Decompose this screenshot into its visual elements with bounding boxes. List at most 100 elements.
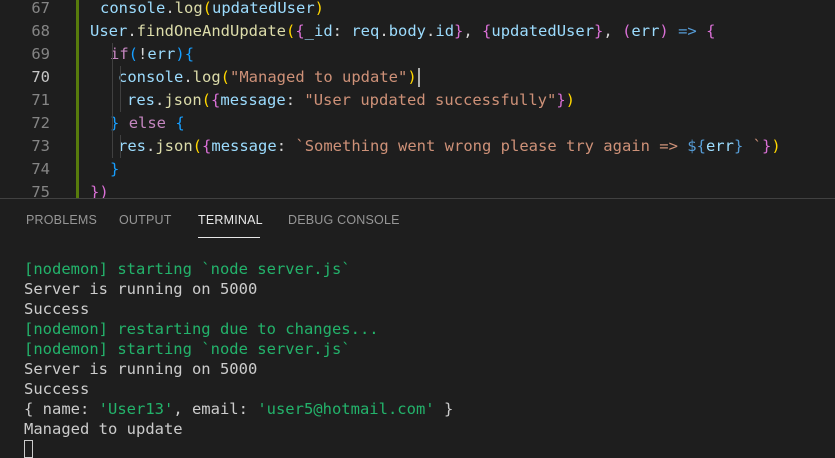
terminal-cursor bbox=[24, 440, 33, 458]
code-token: : bbox=[285, 91, 305, 109]
tab-debug-console[interactable]: DEBUG CONSOLE bbox=[288, 213, 400, 227]
code-token: message bbox=[220, 91, 286, 109]
code-token: } bbox=[556, 91, 566, 109]
code-text: console.log("Managed to update") bbox=[118, 66, 420, 89]
line-number: 67 bbox=[31, 0, 50, 17]
terminal-line: { name: 'User13', email: 'user5@hotmail.… bbox=[24, 399, 824, 419]
code-token: ( bbox=[202, 0, 213, 17]
tab-terminal[interactable]: TERMINAL bbox=[198, 213, 263, 227]
code-token: ${ bbox=[687, 137, 706, 155]
code-text: if(!err){ bbox=[110, 43, 194, 66]
code-token: . bbox=[426, 22, 436, 40]
line-number: 74 bbox=[31, 160, 50, 178]
code-line[interactable]: 67 console.log(updatedUser) bbox=[0, 0, 835, 20]
terminal-text: { name: bbox=[24, 400, 99, 418]
code-token: _id bbox=[304, 22, 333, 40]
code-token: { bbox=[202, 137, 212, 155]
code-token: ) bbox=[407, 68, 417, 86]
code-token: . bbox=[155, 91, 165, 109]
code-token: ) bbox=[314, 0, 325, 17]
text-cursor bbox=[417, 68, 420, 87]
code-line[interactable]: 72 } else { bbox=[0, 112, 835, 135]
code-token: updatedUser bbox=[491, 22, 595, 40]
code-line[interactable]: 74} bbox=[0, 158, 835, 181]
terminal-text: } bbox=[434, 400, 454, 418]
code-token: { bbox=[184, 45, 195, 63]
code-token: } bbox=[454, 22, 464, 40]
code-token: id bbox=[435, 22, 455, 40]
code-token: . bbox=[379, 22, 389, 40]
code-token: ) bbox=[565, 91, 576, 109]
code-token: json bbox=[155, 137, 193, 155]
terminal-line: [nodemon] starting `node server.js` bbox=[24, 260, 351, 278]
code-text: }) bbox=[90, 181, 109, 198]
tab-output[interactable]: OUTPUT bbox=[119, 213, 172, 227]
code-token: ) bbox=[175, 45, 185, 63]
code-token: ) bbox=[659, 22, 669, 40]
code-token: , bbox=[463, 22, 483, 40]
terminal-text: 'User13' bbox=[98, 400, 174, 418]
code-token: "User updated successfully" bbox=[304, 91, 557, 109]
code-token: json bbox=[164, 91, 202, 109]
code-token: findOneAndUpdate bbox=[136, 22, 286, 40]
code-token: { bbox=[706, 22, 716, 40]
code-token: } bbox=[110, 160, 120, 178]
code-token: ( bbox=[128, 45, 139, 63]
code-token: console bbox=[118, 68, 184, 86]
code-token: ( bbox=[220, 68, 231, 86]
code-text: } else { bbox=[110, 112, 185, 135]
code-token: ( bbox=[192, 137, 203, 155]
code-token: . bbox=[146, 137, 156, 155]
code-token: => bbox=[678, 22, 697, 40]
code-token: : bbox=[332, 22, 352, 40]
code-text: res.json({message: "User updated success… bbox=[127, 89, 575, 112]
code-token: res bbox=[118, 137, 146, 155]
active-tab-indicator bbox=[198, 237, 260, 238]
indent-guide bbox=[120, 135, 121, 158]
code-token: . bbox=[127, 22, 137, 40]
code-token: { bbox=[482, 22, 492, 40]
terminal-text: 'user5@hotmail.com' bbox=[257, 400, 435, 418]
code-line[interactable]: 71 res.json({message: "User updated succe… bbox=[0, 89, 835, 112]
code-token: message bbox=[211, 137, 277, 155]
line-number: 71 bbox=[31, 91, 50, 109]
code-token: ( bbox=[622, 22, 632, 40]
terminal-line: Server is running on 5000 bbox=[24, 360, 258, 378]
code-line[interactable]: 70 console.log("Managed to update") bbox=[0, 66, 835, 89]
indent-guide bbox=[120, 66, 121, 89]
line-number: 75 bbox=[31, 183, 50, 198]
code-token: : bbox=[276, 137, 296, 155]
code-text: res.json({message: `Something went wrong… bbox=[118, 135, 781, 158]
code-line[interactable]: 69 if(!err){ bbox=[0, 43, 835, 66]
bottom-panel: PROBLEMS OUTPUT TERMINAL DEBUG CONSOLE [nod… bbox=[0, 198, 835, 458]
indent-guide bbox=[112, 43, 113, 158]
code-token: }) bbox=[90, 183, 109, 198]
terminal-text: , email: bbox=[173, 400, 258, 418]
code-token: { bbox=[295, 22, 305, 40]
code-line[interactable]: 68 User.findOneAndUpdate({_id: req.body.i… bbox=[0, 20, 835, 43]
code-token: ( bbox=[285, 22, 296, 40]
code-editor[interactable]: 67 console.log(updatedUser) 68 User.findOne… bbox=[0, 0, 835, 198]
code-token: . bbox=[183, 68, 193, 86]
code-token: User bbox=[90, 22, 128, 40]
line-number: 72 bbox=[31, 114, 50, 132]
code-token: } bbox=[761, 137, 772, 155]
code-token: `Something went wrong please try again =… bbox=[295, 137, 688, 155]
line-number: 69 bbox=[31, 45, 50, 63]
code-line[interactable]: 73 res.json({message: `Something went wro… bbox=[0, 135, 835, 158]
terminal-line: Success bbox=[24, 300, 90, 318]
indent-guide bbox=[120, 89, 121, 112]
code-token: "Managed to update" bbox=[230, 68, 408, 86]
code-text: } bbox=[110, 158, 119, 181]
terminal-output[interactable]: [nodemon] starting `node server.js` Serve… bbox=[24, 259, 824, 458]
code-token: log bbox=[174, 0, 203, 17]
terminal-line: Success bbox=[24, 380, 90, 398]
tab-problems[interactable]: PROBLEMS bbox=[26, 213, 97, 227]
code-token: body bbox=[388, 22, 427, 40]
code-token: , bbox=[603, 22, 623, 40]
code-line[interactable]: 75}) bbox=[0, 181, 835, 198]
